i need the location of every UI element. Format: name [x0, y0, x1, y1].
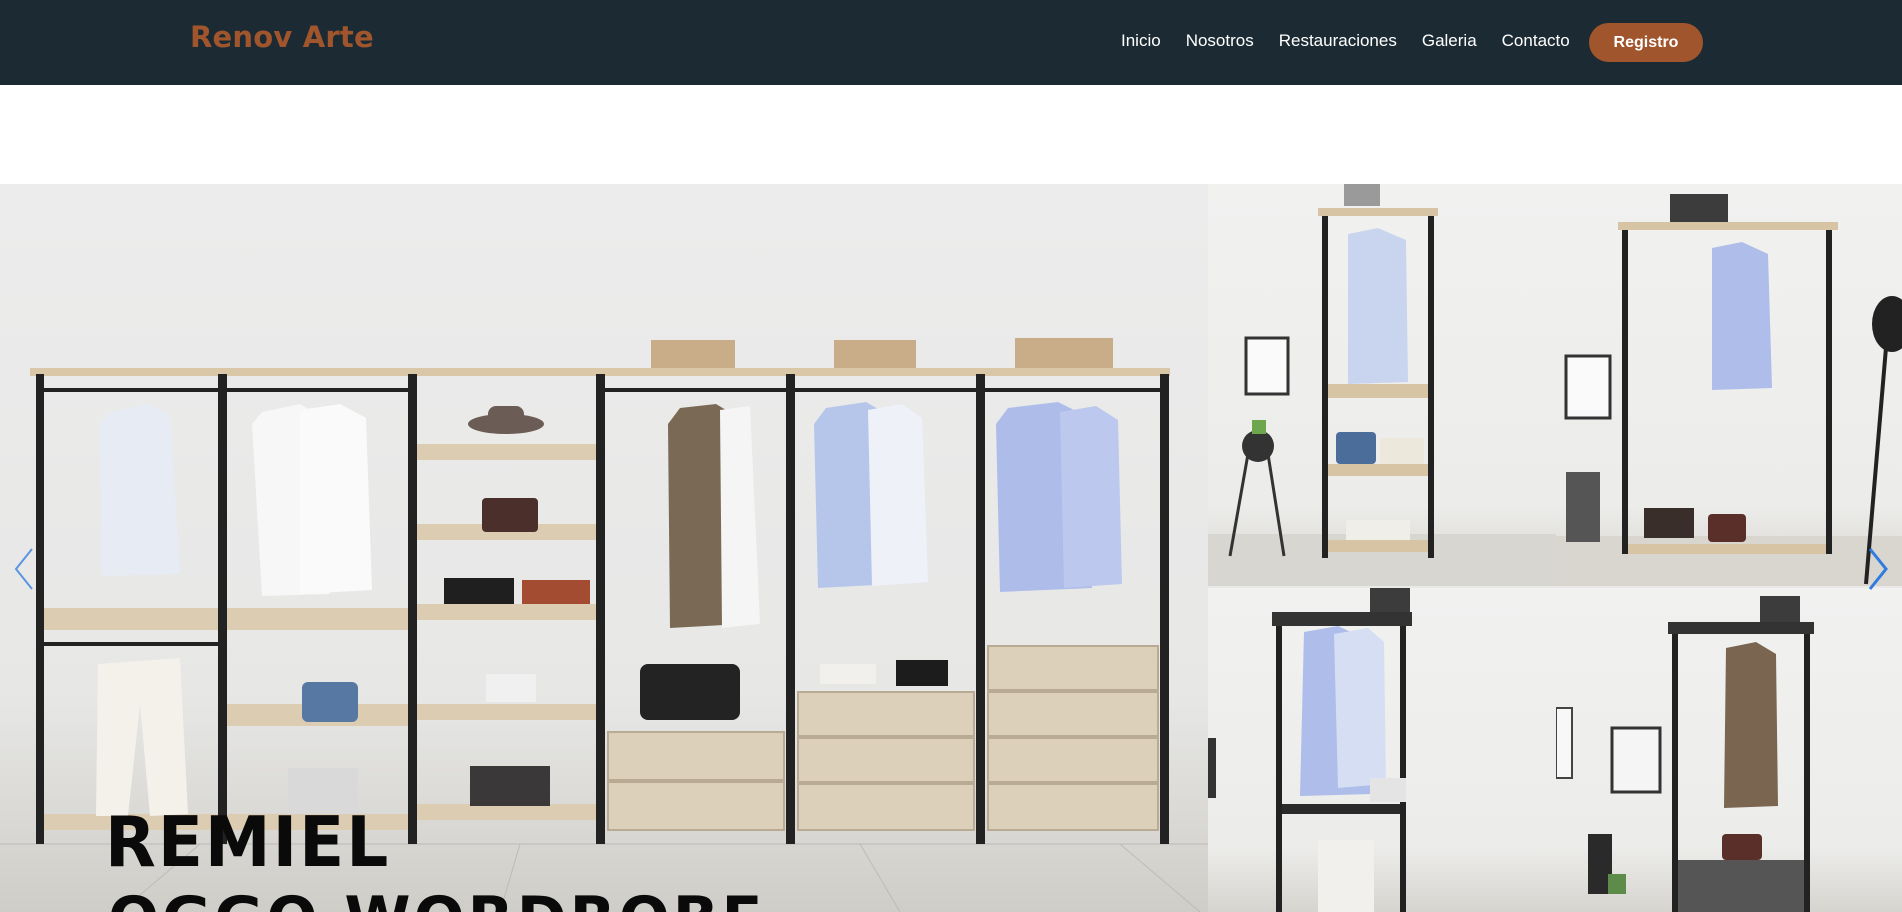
navbar: Renov Arte Inicio Nosotros Restauracione… [0, 0, 1902, 85]
wardrobe-tile-image [1208, 588, 1412, 912]
nav-link-galeria[interactable]: Galeria [1422, 31, 1477, 51]
wardrobe-tile-image [1208, 184, 1556, 586]
gallery-tile[interactable] [1556, 588, 1902, 912]
main-nav: Inicio Nosotros Restauraciones Galeria C… [1121, 31, 1570, 51]
register-button[interactable]: Registro [1589, 23, 1703, 62]
nav-link-restauraciones[interactable]: Restauraciones [1279, 31, 1397, 51]
gallery-tile[interactable] [1208, 588, 1556, 912]
chevron-right-icon [1868, 548, 1888, 590]
wardrobe-gallery-grid [1208, 184, 1902, 912]
brand-logo[interactable]: Renov Arte [190, 20, 374, 54]
wardrobe-tile-image [1556, 596, 1814, 912]
carousel-prev-button[interactable] [10, 544, 40, 594]
nav-link-contacto[interactable]: Contacto [1502, 31, 1570, 51]
gallery-tile[interactable] [1208, 184, 1556, 586]
hero-carousel: REMIEL OGGO WORDROBE [0, 184, 1902, 912]
hero-title: REMIEL [105, 802, 391, 883]
hero-subtitle: OGGO WORDROBE [108, 884, 766, 912]
gallery-tile[interactable] [1556, 184, 1902, 586]
chevron-left-icon [14, 548, 33, 590]
nav-link-inicio[interactable]: Inicio [1121, 31, 1161, 51]
wardrobe-tile-image [1556, 194, 1902, 586]
nav-link-nosotros[interactable]: Nosotros [1186, 31, 1254, 51]
carousel-next-button[interactable] [1862, 544, 1892, 594]
